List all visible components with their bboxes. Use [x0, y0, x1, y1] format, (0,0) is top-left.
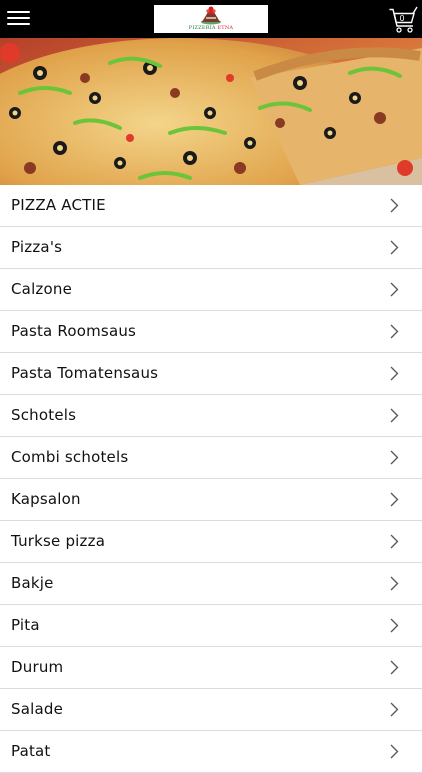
top-bar: PIZZERIA ETNA 0: [0, 0, 422, 38]
category-label: Pasta Tomatensaus: [11, 364, 159, 382]
category-row[interactable]: Turkse pizza: [0, 521, 422, 563]
category-label: PIZZA ACTIE: [11, 196, 106, 214]
chevron-right-icon: [390, 492, 399, 507]
category-label: Durum: [11, 658, 64, 676]
chevron-right-icon: [390, 534, 399, 549]
chevron-right-icon: [390, 408, 399, 423]
chevron-right-icon: [390, 282, 399, 297]
chevron-right-icon: [390, 702, 399, 717]
hamburger-menu-icon[interactable]: [7, 11, 31, 27]
category-row[interactable]: Schotels: [0, 395, 422, 437]
category-label: Schotels: [11, 406, 77, 424]
category-row[interactable]: Kapsalon: [0, 479, 422, 521]
category-label: Patat: [11, 742, 51, 760]
category-label: Turkse pizza: [11, 532, 106, 550]
chevron-right-icon: [390, 618, 399, 633]
category-row[interactable]: Pizza's: [0, 227, 422, 269]
category-row[interactable]: Calzone: [0, 269, 422, 311]
category-row[interactable]: Durum: [0, 647, 422, 689]
category-label: Combi schotels: [11, 448, 129, 466]
logo-text: PIZZERIA ETNA: [188, 25, 234, 31]
category-label: Bakje: [11, 574, 54, 592]
category-list: PIZZA ACTIE Pizza's Calzone Pasta Roomsa…: [0, 185, 422, 773]
chevron-right-icon: [390, 576, 399, 591]
category-row[interactable]: Bakje: [0, 563, 422, 605]
category-row[interactable]: Pasta Roomsaus: [0, 311, 422, 353]
category-row[interactable]: Pasta Tomatensaus: [0, 353, 422, 395]
category-label: Pizza's: [11, 238, 63, 256]
category-label: Salade: [11, 700, 64, 718]
volcano-logo-mark: [201, 6, 221, 25]
hero-pizza-image: [0, 38, 422, 185]
category-label: Kapsalon: [11, 490, 81, 508]
category-label: Pasta Roomsaus: [11, 322, 137, 340]
cart-count-badge: 0: [399, 14, 405, 23]
category-label: Pita: [11, 616, 40, 634]
category-row[interactable]: PIZZA ACTIE: [0, 185, 422, 227]
pizzeria-logo[interactable]: PIZZERIA ETNA: [154, 5, 268, 33]
category-row[interactable]: Patat: [0, 731, 422, 773]
chevron-right-icon: [390, 240, 399, 255]
category-row[interactable]: Salade: [0, 689, 422, 731]
shopping-cart-icon[interactable]: 0: [389, 5, 419, 35]
chevron-right-icon: [390, 744, 399, 759]
chevron-right-icon: [390, 324, 399, 339]
chevron-right-icon: [390, 450, 399, 465]
category-row[interactable]: Combi schotels: [0, 437, 422, 479]
category-row[interactable]: Pita: [0, 605, 422, 647]
chevron-right-icon: [390, 660, 399, 675]
chevron-right-icon: [390, 366, 399, 381]
category-label: Calzone: [11, 280, 73, 298]
chevron-right-icon: [390, 198, 399, 213]
